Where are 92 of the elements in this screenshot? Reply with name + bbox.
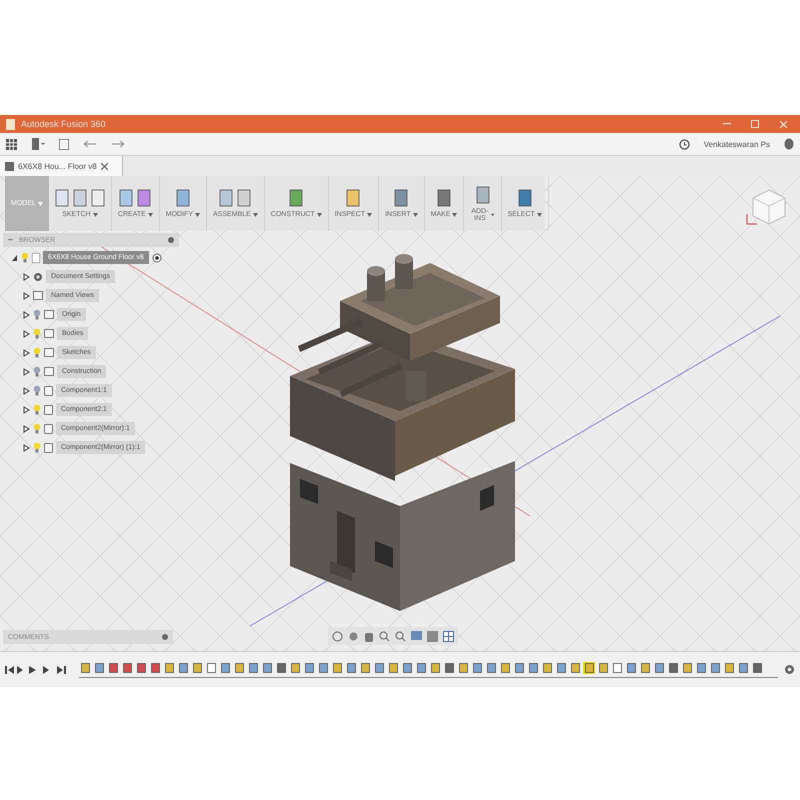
timeline-feature-icon[interactable] xyxy=(135,662,147,674)
timeline-feature-icon[interactable] xyxy=(317,662,329,674)
window-title: Autodesk Fusion 360 xyxy=(21,119,107,129)
caret-icon[interactable] xyxy=(536,212,542,216)
timeline-feature-icon[interactable] xyxy=(219,662,231,674)
timeline-feature-icon[interactable] xyxy=(275,662,287,674)
timeline-feature-icon[interactable] xyxy=(709,662,721,674)
document-icon xyxy=(32,252,40,262)
expand-arrow-icon[interactable] xyxy=(23,310,30,318)
save-icon[interactable] xyxy=(59,138,69,150)
timeline-feature-icon[interactable] xyxy=(751,662,763,674)
timeline-feature-icon[interactable] xyxy=(625,662,637,674)
timeline-feature-icon[interactable] xyxy=(121,662,133,674)
expand-arrow-icon[interactable] xyxy=(11,254,18,262)
close-icon[interactable] xyxy=(100,162,108,170)
expand-arrow-icon[interactable] xyxy=(23,444,30,452)
viewports-icon[interactable] xyxy=(443,630,454,642)
timeline-feature-icon[interactable] xyxy=(681,662,693,674)
file-icon[interactable] xyxy=(31,138,45,150)
timeline-feature-icon[interactable] xyxy=(569,662,581,674)
timeline-feature-icon[interactable] xyxy=(289,662,301,674)
timeline-feature-icon[interactable] xyxy=(695,662,707,674)
timeline-feature-icon[interactable] xyxy=(667,662,679,674)
timeline-feature-icon[interactable] xyxy=(387,662,399,674)
timeline-feature-icon[interactable] xyxy=(723,662,735,674)
expand-arrow-icon[interactable] xyxy=(23,406,30,414)
expand-arrow-icon[interactable] xyxy=(23,348,30,356)
timeline-feature-icon[interactable] xyxy=(415,662,427,674)
timeline-feature-icon[interactable] xyxy=(93,662,105,674)
settings-icon[interactable] xyxy=(784,664,795,675)
caret-icon[interactable] xyxy=(491,212,495,216)
caret-icon[interactable] xyxy=(92,212,98,216)
timeline-feature-icon[interactable] xyxy=(303,662,315,674)
grid-icon[interactable] xyxy=(6,138,17,150)
expand-arrow-icon[interactable] xyxy=(23,272,30,280)
timeline-feature-icon[interactable] xyxy=(205,662,217,674)
zoom-icon[interactable] xyxy=(379,630,390,642)
redo-icon[interactable] xyxy=(111,140,125,148)
timeline-feature-icon[interactable] xyxy=(163,662,175,674)
timeline-feature-icon[interactable] xyxy=(79,662,91,674)
timeline-feature-icon[interactable] xyxy=(261,662,273,674)
timeline-feature-icon[interactable] xyxy=(653,662,665,674)
timeline-feature-icon[interactable] xyxy=(149,662,161,674)
caret-icon[interactable] xyxy=(412,212,418,216)
timeline-feature-icon[interactable] xyxy=(359,662,371,674)
clock-icon[interactable] xyxy=(678,138,690,150)
timeline-feature-icon[interactable] xyxy=(373,662,385,674)
radio-icon[interactable] xyxy=(152,252,162,262)
undo-icon[interactable] xyxy=(83,140,97,148)
timeline-feature-icon[interactable] xyxy=(233,662,245,674)
caret-icon[interactable] xyxy=(316,212,322,216)
caret-icon[interactable] xyxy=(452,212,458,216)
expand-arrow-icon[interactable] xyxy=(23,330,30,338)
app-logo-icon xyxy=(6,118,15,130)
pin-icon[interactable] xyxy=(168,237,174,243)
timeline-feature-icon[interactable] xyxy=(583,662,595,674)
timeline-feature-icon[interactable] xyxy=(527,662,539,674)
tab-title: 6X6X8 Hou... Floor v8 xyxy=(18,162,97,170)
caret-icon[interactable] xyxy=(252,212,258,216)
maximize-icon[interactable] xyxy=(751,120,759,128)
timeline-feature-icon[interactable] xyxy=(639,662,651,674)
expand-arrow-icon[interactable] xyxy=(23,386,30,394)
timeline-feature-icon[interactable] xyxy=(191,662,203,674)
timeline-feature-icon[interactable] xyxy=(597,662,609,674)
timeline-feature-icon[interactable] xyxy=(429,662,441,674)
timeline-feature-icon[interactable] xyxy=(401,662,413,674)
timeline-feature-icon[interactable] xyxy=(247,662,259,674)
search-icon[interactable] xyxy=(395,630,406,642)
timeline-feature-icon[interactable] xyxy=(177,662,189,674)
timeline-feature-icon[interactable] xyxy=(345,662,357,674)
pin-icon[interactable] xyxy=(162,634,168,640)
timeline-feature-icon[interactable] xyxy=(611,662,623,674)
timeline-feature-icon[interactable] xyxy=(331,662,343,674)
timeline-feature-icon[interactable] xyxy=(555,662,567,674)
timeline-feature-icon[interactable] xyxy=(541,662,553,674)
caret-icon[interactable] xyxy=(195,212,200,216)
document-tab[interactable]: 6X6X8 Hou... Floor v8 xyxy=(0,156,123,176)
timeline-feature-icon[interactable] xyxy=(513,662,525,674)
expand-arrow-icon[interactable] xyxy=(23,292,30,300)
caret-icon[interactable] xyxy=(367,212,372,216)
timeline-feature-icon[interactable] xyxy=(443,662,455,674)
user-menu[interactable]: Venkateswaran Ps xyxy=(704,140,770,148)
expand-arrow-icon[interactable] xyxy=(23,424,30,432)
minimize-icon[interactable] xyxy=(723,123,731,125)
timeline-feature-icon[interactable] xyxy=(471,662,483,674)
timeline-feature-icon[interactable] xyxy=(485,662,497,674)
expand-arrow-icon[interactable] xyxy=(23,368,30,376)
timeline-feature-icon[interactable] xyxy=(499,662,511,674)
caret-icon[interactable] xyxy=(148,212,153,216)
timeline-feature-icon[interactable] xyxy=(107,662,119,674)
timeline-feature-icon[interactable] xyxy=(457,662,469,674)
timeline-feature-icon[interactable] xyxy=(737,662,749,674)
